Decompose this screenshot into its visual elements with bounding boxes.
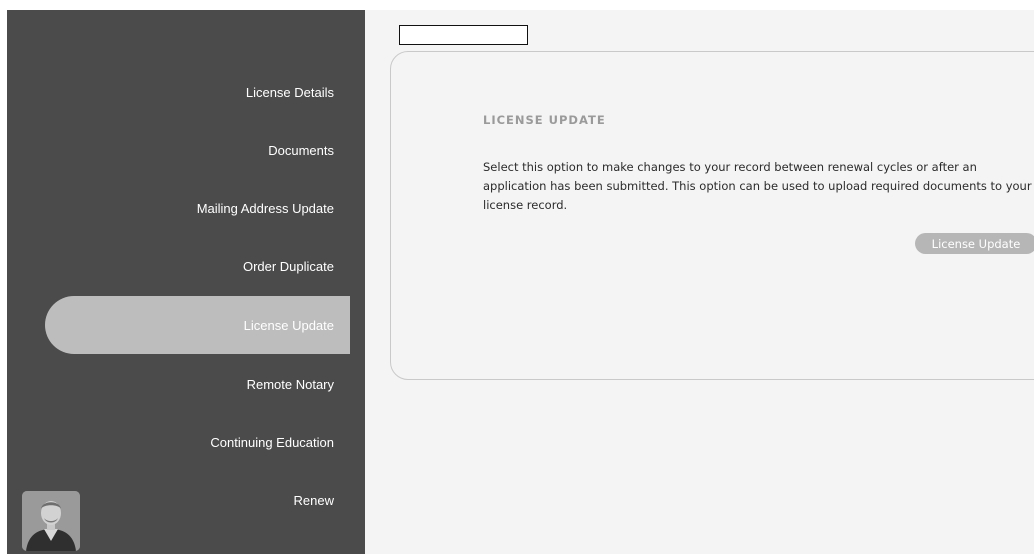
card-description: Select this option to make changes to yo… (483, 160, 1032, 212)
sidebar-item-label: Order Duplicate (242, 258, 334, 274)
header-placeholder-box (399, 25, 528, 45)
sidebar: License Details Documents Mailing Addres… (7, 10, 365, 554)
sidebar-item-documents[interactable]: Documents (45, 121, 350, 179)
sidebar-item-label: Documents (268, 142, 334, 158)
sidebar-item-label: Remote Notary (246, 376, 334, 392)
license-update-card: LICENSE UPDATE Select this option to mak… (390, 51, 1034, 380)
sidebar-item-mailing-address-update[interactable]: Mailing Address Update (45, 179, 350, 237)
sidebar-item-license-details[interactable]: License Details (45, 63, 350, 121)
sidebar-item-remote-notary[interactable]: Remote Notary (45, 355, 350, 413)
avatar-illustration (22, 491, 80, 551)
sidebar-item-label: Mailing Address Update (196, 200, 334, 216)
sidebar-item-continuing-education[interactable]: Continuing Education (45, 413, 350, 471)
sidebar-item-label: Renew (293, 492, 334, 508)
sidebar-item-label: License Update (243, 317, 334, 333)
license-update-button[interactable]: License Update (915, 233, 1034, 254)
app-frame: License Details Documents Mailing Addres… (0, 0, 1034, 554)
sidebar-item-order-duplicate[interactable]: Order Duplicate (45, 237, 350, 295)
main-content: LICENSE UPDATE Select this option to mak… (365, 10, 1034, 554)
sidebar-item-label: License Details (245, 84, 334, 100)
sidebar-item-renew[interactable]: Renew (45, 471, 350, 529)
sidebar-item-label: Continuing Education (210, 434, 334, 450)
user-avatar-icon[interactable] (22, 491, 80, 551)
card-title: LICENSE UPDATE (483, 113, 606, 127)
sidebar-item-license-update[interactable]: License Update (45, 296, 350, 354)
